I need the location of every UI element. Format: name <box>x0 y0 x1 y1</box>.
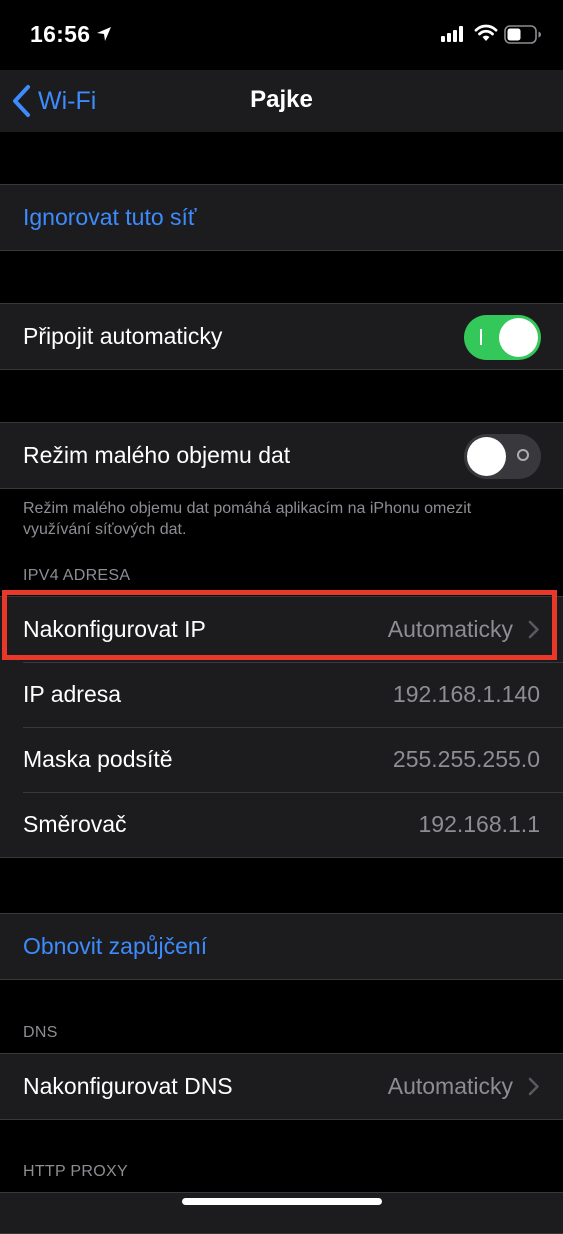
auto-join-label: Připojit automaticky <box>23 323 223 349</box>
renew-lease-group: Obnovit zapůjčení <box>0 913 563 980</box>
configure-ip-label: Nakonfigurovat IP <box>23 616 206 642</box>
location-arrow-icon <box>97 27 111 41</box>
home-indicator <box>182 1198 382 1205</box>
subnet-mask-label: Maska podsítě <box>23 746 173 772</box>
forget-network-button[interactable]: Ignorovat tuto síť <box>0 185 563 250</box>
subnet-mask-row: Maska podsítě 255.255.255.0 <box>0 727 563 792</box>
router-value: 192.168.1.1 <box>418 811 540 837</box>
configure-dns-label: Nakonfigurovat DNS <box>23 1073 233 1099</box>
forget-network-label: Ignorovat tuto síť <box>23 204 197 230</box>
low-data-mode-footer: Režim malého objemu dat pomáhá aplikacím… <box>23 500 472 538</box>
auto-join-toggle[interactable] <box>464 315 541 360</box>
configure-ip-value: Automaticky <box>387 616 513 642</box>
configure-dns-value: Automaticky <box>387 1073 513 1099</box>
auto-join-row: Připojit automaticky <box>0 304 563 369</box>
ip-address-label: IP adresa <box>23 681 122 707</box>
chevron-right-icon <box>528 620 539 639</box>
status-bar: 16:56 <box>0 0 563 70</box>
low-data-mode-row: Režim malého objemu dat <box>0 423 563 488</box>
low-data-mode-label: Režim malého objemu dat <box>23 442 291 468</box>
http-proxy-section-header: HTTP PROXY <box>23 1163 128 1180</box>
configure-dns-row[interactable]: Nakonfigurovat DNS Automaticky <box>0 1054 563 1119</box>
forget-network-group: Ignorovat tuto síť <box>0 184 563 251</box>
status-time: 16:56 <box>30 21 91 47</box>
dns-group: Nakonfigurovat DNS Automaticky <box>0 1053 563 1120</box>
dns-section-header: DNS <box>23 1024 58 1041</box>
toggle-knob <box>499 318 538 357</box>
ipv4-group: Nakonfigurovat IP Automaticky IP adresa … <box>0 596 563 858</box>
low-data-mode-group: Režim malého objemu dat <box>0 422 563 489</box>
ipv4-section-header: IPV4 ADRESA <box>23 567 131 584</box>
ip-address-value: 192.168.1.140 <box>392 681 540 707</box>
chevron-right-icon <box>528 1077 539 1096</box>
cellular-signal-icon <box>441 26 463 42</box>
subnet-mask-value: 255.255.255.0 <box>392 746 540 772</box>
renew-lease-label: Obnovit zapůjčení <box>23 933 208 959</box>
toggle-on-mark <box>480 329 482 345</box>
configure-ip-row[interactable]: Nakonfigurovat IP Automaticky <box>0 597 563 662</box>
navigation-bar: Wi-Fi Pajke <box>0 70 563 132</box>
toggle-off-mark <box>517 449 529 461</box>
page-title: Pajke <box>250 86 313 113</box>
router-row: Směrovač 192.168.1.1 <box>0 792 563 857</box>
auto-join-group: Připojit automaticky <box>0 303 563 370</box>
renew-lease-button[interactable]: Obnovit zapůjčení <box>0 914 563 979</box>
ip-address-row: IP adresa 192.168.1.140 <box>0 662 563 727</box>
wifi-icon <box>474 24 498 41</box>
router-label: Směrovač <box>23 811 127 837</box>
battery-icon <box>504 25 541 44</box>
low-data-mode-toggle[interactable] <box>464 434 541 479</box>
toggle-knob <box>467 437 506 476</box>
